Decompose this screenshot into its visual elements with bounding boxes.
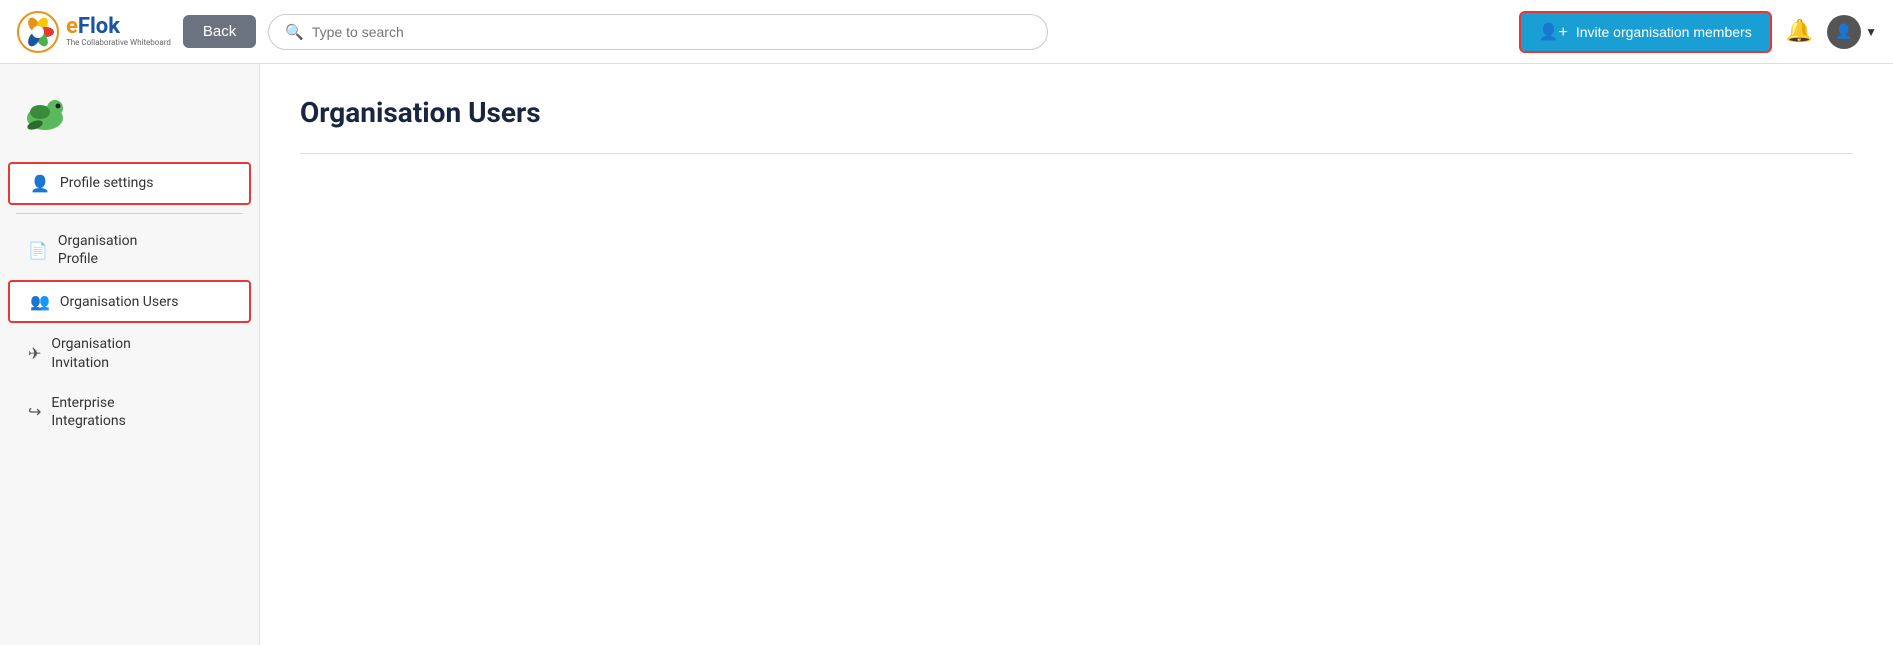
invite-label: Invite organisation members: [1576, 24, 1752, 40]
sidebar-item-organisation-profile[interactable]: 📄 OrganisationProfile: [8, 222, 251, 278]
bell-icon[interactable]: 🔔: [1786, 19, 1813, 44]
sidebar-item-enterprise-integrations[interactable]: ↪ EnterpriseIntegrations: [8, 384, 251, 440]
sidebar-divider: [16, 213, 243, 214]
org-invitation-icon: ✈: [28, 344, 41, 363]
search-input[interactable]: [312, 24, 1031, 40]
org-logo-area: [0, 80, 259, 160]
navbar-right: 👤+ Invite organisation members 🔔 👤 ▼: [1519, 11, 1877, 53]
search-icon: 🔍: [285, 23, 304, 41]
org-users-icon: 👥: [30, 292, 50, 311]
sidebar-org-invitation-label: OrganisationInvitation: [51, 335, 130, 371]
content-divider: [300, 153, 1853, 154]
brand-name: eFlok: [66, 16, 171, 38]
enterprise-icon: ↪: [28, 402, 41, 421]
navbar: eFlok The Collaborative Whiteboard Back …: [0, 0, 1893, 64]
sidebar-item-profile-settings[interactable]: 👤 Profile settings: [8, 162, 251, 205]
sidebar-profile-settings-label: Profile settings: [60, 174, 154, 192]
eflok-logo-icon: [16, 10, 60, 54]
org-profile-icon: 📄: [28, 241, 48, 260]
chevron-down-icon: ▼: [1865, 25, 1877, 39]
sidebar-org-users-label: Organisation Users: [60, 293, 179, 311]
org-logo-icon: [20, 90, 70, 140]
sidebar-org-profile-label: OrganisationProfile: [58, 232, 137, 268]
logo-area: eFlok The Collaborative Whiteboard: [16, 10, 171, 54]
sidebar-item-organisation-invitation[interactable]: ✈ OrganisationInvitation: [8, 325, 251, 381]
sidebar-enterprise-label: EnterpriseIntegrations: [51, 394, 125, 430]
avatar: 👤: [1827, 15, 1861, 49]
layout: 👤 Profile settings 📄 OrganisationProfile…: [0, 64, 1893, 645]
main-content: Organisation Users: [260, 64, 1893, 645]
invite-icon: 👤+: [1539, 22, 1568, 42]
invite-members-button[interactable]: 👤+ Invite organisation members: [1519, 11, 1772, 53]
logo-text: eFlok The Collaborative Whiteboard: [66, 16, 171, 47]
profile-settings-icon: 👤: [30, 174, 50, 193]
back-button[interactable]: Back: [183, 15, 256, 48]
avatar-icon: 👤: [1835, 24, 1852, 40]
sidebar: 👤 Profile settings 📄 OrganisationProfile…: [0, 64, 260, 645]
brand-tagline: The Collaborative Whiteboard: [66, 38, 171, 47]
search-bar: 🔍: [268, 14, 1048, 50]
sidebar-item-organisation-users[interactable]: 👥 Organisation Users: [8, 280, 251, 323]
page-title: Organisation Users: [300, 96, 1853, 129]
avatar-area[interactable]: 👤 ▼: [1827, 15, 1877, 49]
